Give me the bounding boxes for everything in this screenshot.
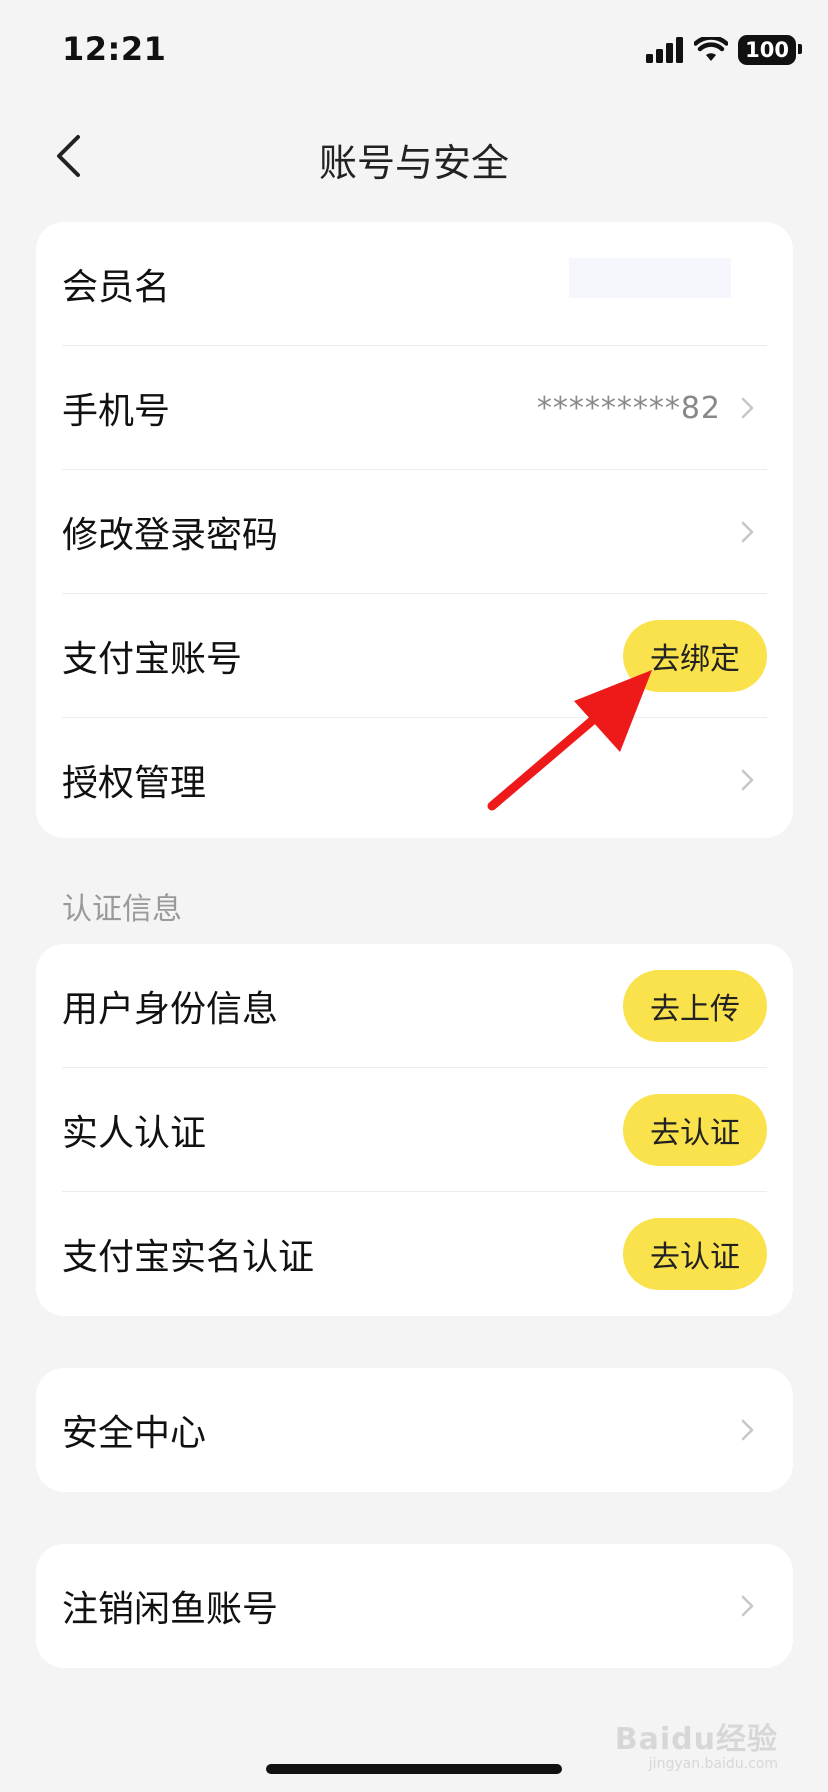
authorization-row[interactable]: 授权管理 bbox=[36, 718, 793, 842]
phone-value: *********82 bbox=[536, 390, 721, 426]
battery-indicator: 100 bbox=[738, 35, 802, 65]
security-center-label: 安全中心 bbox=[62, 1413, 207, 1454]
watermark-url: jingyan.baidu.com bbox=[648, 1756, 778, 1772]
alipay-account-row: 支付宝账号 去绑定 bbox=[36, 594, 793, 718]
navigation-bar: 账号与安全 bbox=[0, 110, 828, 200]
cancel-account-row[interactable]: 注销闲鱼账号 bbox=[36, 1544, 793, 1668]
member-name-row: 会员名 bbox=[36, 222, 793, 346]
real-person-verify-button[interactable]: 去认证 bbox=[623, 1094, 767, 1166]
member-name-label: 会员名 bbox=[62, 267, 171, 308]
identity-info-label: 用户身份信息 bbox=[62, 989, 279, 1030]
alipay-account-label: 支付宝账号 bbox=[62, 639, 243, 680]
change-password-row[interactable]: 修改登录密码 bbox=[36, 470, 793, 594]
watermark-logo: Baidu经验 jingyan.baidu.com bbox=[615, 1714, 778, 1772]
identity-info-row: 用户身份信息 去上传 bbox=[36, 944, 793, 1068]
watermark-brand: Baidu经验 bbox=[614, 1722, 778, 1757]
change-password-label: 修改登录密码 bbox=[62, 515, 279, 556]
verification-card: 用户身份信息 去上传 实人认证 去认证 支付宝实名认证 去认证 bbox=[36, 944, 793, 1316]
cancel-account-label: 注销闲鱼账号 bbox=[62, 1589, 279, 1630]
home-indicator bbox=[266, 1764, 562, 1774]
account-card: 会员名 手机号 *********82 修改登录密码 支付宝账号 去绑定 授权管… bbox=[36, 222, 793, 838]
wifi-icon bbox=[694, 37, 729, 61]
chevron-right-icon bbox=[741, 769, 754, 791]
member-name-redacted bbox=[569, 258, 731, 298]
bind-alipay-button[interactable]: 去绑定 bbox=[623, 620, 767, 692]
alipay-realname-label: 支付宝实名认证 bbox=[62, 1237, 315, 1278]
phone-row[interactable]: 手机号 *********82 bbox=[36, 346, 793, 470]
alipay-realname-verify-button[interactable]: 去认证 bbox=[623, 1218, 767, 1290]
verification-section-title: 认证信息 bbox=[62, 892, 182, 927]
security-center-card: 安全中心 bbox=[36, 1368, 793, 1492]
upload-identity-button[interactable]: 去上传 bbox=[623, 970, 767, 1042]
cancel-account-card: 注销闲鱼账号 bbox=[36, 1544, 793, 1668]
authorization-label: 授权管理 bbox=[62, 763, 207, 804]
status-icons: 100 bbox=[646, 32, 802, 68]
alipay-realname-row: 支付宝实名认证 去认证 bbox=[36, 1192, 793, 1316]
cellular-signal-icon bbox=[646, 37, 684, 63]
status-time: 12:21 bbox=[62, 30, 167, 68]
chevron-right-icon bbox=[741, 397, 754, 419]
security-center-row[interactable]: 安全中心 bbox=[36, 1368, 793, 1492]
real-person-label: 实人认证 bbox=[62, 1113, 207, 1154]
real-person-row: 实人认证 去认证 bbox=[36, 1068, 793, 1192]
chevron-right-icon bbox=[741, 1419, 754, 1441]
chevron-right-icon bbox=[741, 1595, 754, 1617]
page-title: 账号与安全 bbox=[318, 141, 509, 185]
status-bar: 12:21 100 bbox=[0, 0, 828, 100]
phone-label: 手机号 bbox=[62, 391, 171, 432]
chevron-right-icon bbox=[741, 521, 754, 543]
